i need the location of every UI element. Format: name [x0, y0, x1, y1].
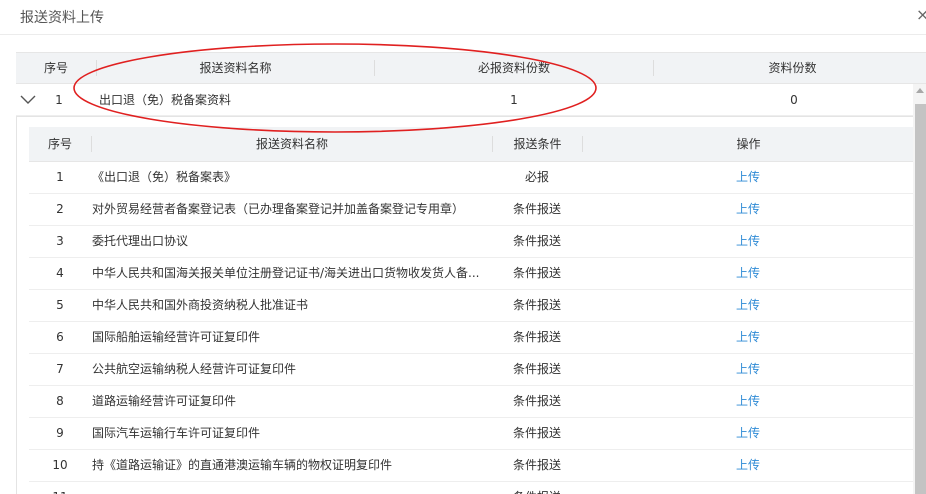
table-row: 6 国际船舶运输经营许可证复印件 条件报送 上传 — [29, 322, 913, 354]
scroll-up-arrow-icon[interactable] — [916, 88, 924, 93]
row-material-name: 《出口退（免）税备案表》 — [92, 170, 237, 184]
row-condition: 条件报送 — [512, 298, 561, 312]
row-serial-number: 3 — [56, 234, 64, 248]
upload-link[interactable]: 上传 — [736, 298, 760, 312]
row-operation — [582, 482, 913, 494]
materials-detail-table: 序号 报送资料名称 报送条件 操作 1 《出口退（免）税备案表》 必报 上传 2… — [29, 127, 913, 494]
row-serial-number: 4 — [56, 266, 64, 280]
row-operation: 上传 — [582, 290, 913, 321]
row-serial-number: 2 — [56, 202, 64, 216]
row-condition: 条件报送 — [512, 394, 561, 408]
row-condition: 条件报送 — [512, 234, 561, 248]
detail-header-operation: 操作 — [736, 137, 761, 151]
row-material-name: 道路运输经营许可证复印件 — [92, 394, 237, 408]
table-row: 9 国际汽车运输行车许可证复印件 条件报送 上传 — [29, 418, 913, 450]
summary-table-header: 序号 报送资料名称 必报资料份数 资料份数 — [16, 52, 926, 84]
row-condition: 条件报送 — [512, 362, 561, 376]
row-condition: 条件报送 — [512, 266, 561, 280]
row-condition: 条件报送 — [512, 330, 561, 344]
row-operation: 上传 — [582, 194, 913, 225]
row-serial-number: 7 — [56, 362, 64, 376]
materials-summary-table: 序号 报送资料名称 必报资料份数 资料份数 1 出口退（免）税备案资料 1 0 — [16, 52, 926, 116]
row-serial-number: 11 — [29, 482, 91, 494]
row-condition: 条件报送 — [512, 202, 561, 216]
summary-material-name: 出口退（免）税备案资料 — [99, 93, 232, 107]
row-serial-number: 5 — [56, 298, 64, 312]
row-operation: 上传 — [582, 450, 913, 481]
dialog-title: 报送资料上传 — [20, 10, 104, 26]
row-material-name: 公共航空运输纳税人经营许可证复印件 — [92, 362, 297, 376]
row-material-name: 持《道路运输证》的直通港澳运输车辆的物权证明复印件 — [92, 458, 393, 472]
summary-material-count: 0 — [790, 93, 798, 107]
row-condition: 条件报送 — [512, 458, 561, 472]
table-row: 2 对外贸易经营者备案登记表（已办理备案登记并加盖备案登记专用章） 条件报送 上… — [29, 194, 913, 226]
row-material-name: 委托代理出口协议 — [92, 234, 189, 248]
upload-dialog: 报送资料上传 × 序号 报送资料名称 必报资料份数 资料份数 1 出口退（免）税… — [0, 0, 926, 494]
row-operation: 上传 — [582, 162, 913, 193]
upload-link[interactable]: 上传 — [736, 426, 760, 440]
table-row: 10 持《道路运输证》的直通港澳运输车辆的物权证明复印件 条件报送 上传 — [29, 450, 913, 482]
materials-detail-panel: 序号 报送资料名称 报送条件 操作 1 《出口退（免）税备案表》 必报 上传 2… — [16, 116, 913, 494]
detail-header-serial-number: 序号 — [47, 137, 72, 151]
dialog-header: 报送资料上传 × — [0, 0, 926, 35]
row-operation: 上传 — [582, 258, 913, 289]
header-material-count: 资料份数 — [768, 61, 817, 75]
row-operation: 上传 — [582, 386, 913, 417]
upload-link[interactable]: 上传 — [736, 202, 760, 216]
chevron-down-icon[interactable] — [20, 92, 36, 106]
row-serial-number: 1 — [56, 170, 64, 184]
upload-link[interactable]: 上传 — [736, 394, 760, 408]
row-serial-number: 6 — [56, 330, 64, 344]
scrollbar-thumb[interactable] — [915, 104, 926, 494]
row-operation: 上传 — [582, 322, 913, 353]
table-row: 5 中华人民共和国外商投资纳税人批准证书 条件报送 上传 — [29, 290, 913, 322]
row-operation: 上传 — [582, 226, 913, 257]
table-row: 11 条件报送 — [29, 482, 913, 494]
row-serial-number: 10 — [52, 458, 68, 472]
row-condition: 必报 — [524, 170, 549, 184]
summary-required-count: 1 — [510, 93, 518, 107]
row-serial-number: 9 — [56, 426, 64, 440]
row-serial-number: 8 — [56, 394, 64, 408]
header-serial-number: 序号 — [43, 61, 68, 75]
row-material-name: 中华人民共和国外商投资纳税人批准证书 — [92, 298, 309, 312]
table-row: 4 中华人民共和国海关报关单位注册登记证书/海关进出口货物收发货人备... 条件… — [29, 258, 913, 290]
header-material-name: 报送资料名称 — [199, 61, 272, 75]
header-required-count: 必报资料份数 — [477, 61, 550, 75]
upload-link[interactable]: 上传 — [736, 458, 760, 472]
table-row: 8 道路运输经营许可证复印件 条件报送 上传 — [29, 386, 913, 418]
table-row: 7 公共航空运输纳税人经营许可证复印件 条件报送 上传 — [29, 354, 913, 386]
close-icon[interactable]: × — [916, 6, 926, 24]
table-row: 1 《出口退（免）税备案表》 必报 上传 — [29, 162, 913, 194]
table-row: 3 委托代理出口协议 条件报送 上传 — [29, 226, 913, 258]
detail-table-header: 序号 报送资料名称 报送条件 操作 — [29, 127, 913, 162]
upload-link[interactable]: 上传 — [736, 266, 760, 280]
upload-link[interactable]: 上传 — [736, 170, 760, 184]
upload-link[interactable]: 上传 — [736, 234, 760, 248]
row-material-name: 对外贸易经营者备案登记表（已办理备案登记并加盖备案登记专用章） — [92, 202, 465, 216]
row-operation: 上传 — [582, 418, 913, 449]
upload-link[interactable]: 上传 — [736, 362, 760, 376]
row-material-name — [92, 482, 492, 494]
detail-header-condition: 报送条件 — [513, 137, 562, 151]
upload-link[interactable]: 上传 — [736, 330, 760, 344]
row-operation: 上传 — [582, 354, 913, 385]
detail-header-material-name: 报送资料名称 — [255, 137, 328, 151]
row-condition: 条件报送 — [512, 426, 561, 440]
summary-serial-number: 1 — [55, 93, 63, 107]
summary-table-row[interactable]: 1 出口退（免）税备案资料 1 0 — [16, 84, 926, 116]
row-condition: 条件报送 — [492, 482, 582, 494]
row-material-name: 中华人民共和国海关报关单位注册登记证书/海关进出口货物收发货人备... — [92, 266, 480, 280]
row-material-name: 国际汽车运输行车许可证复印件 — [92, 426, 261, 440]
row-material-name: 国际船舶运输经营许可证复印件 — [92, 330, 261, 344]
